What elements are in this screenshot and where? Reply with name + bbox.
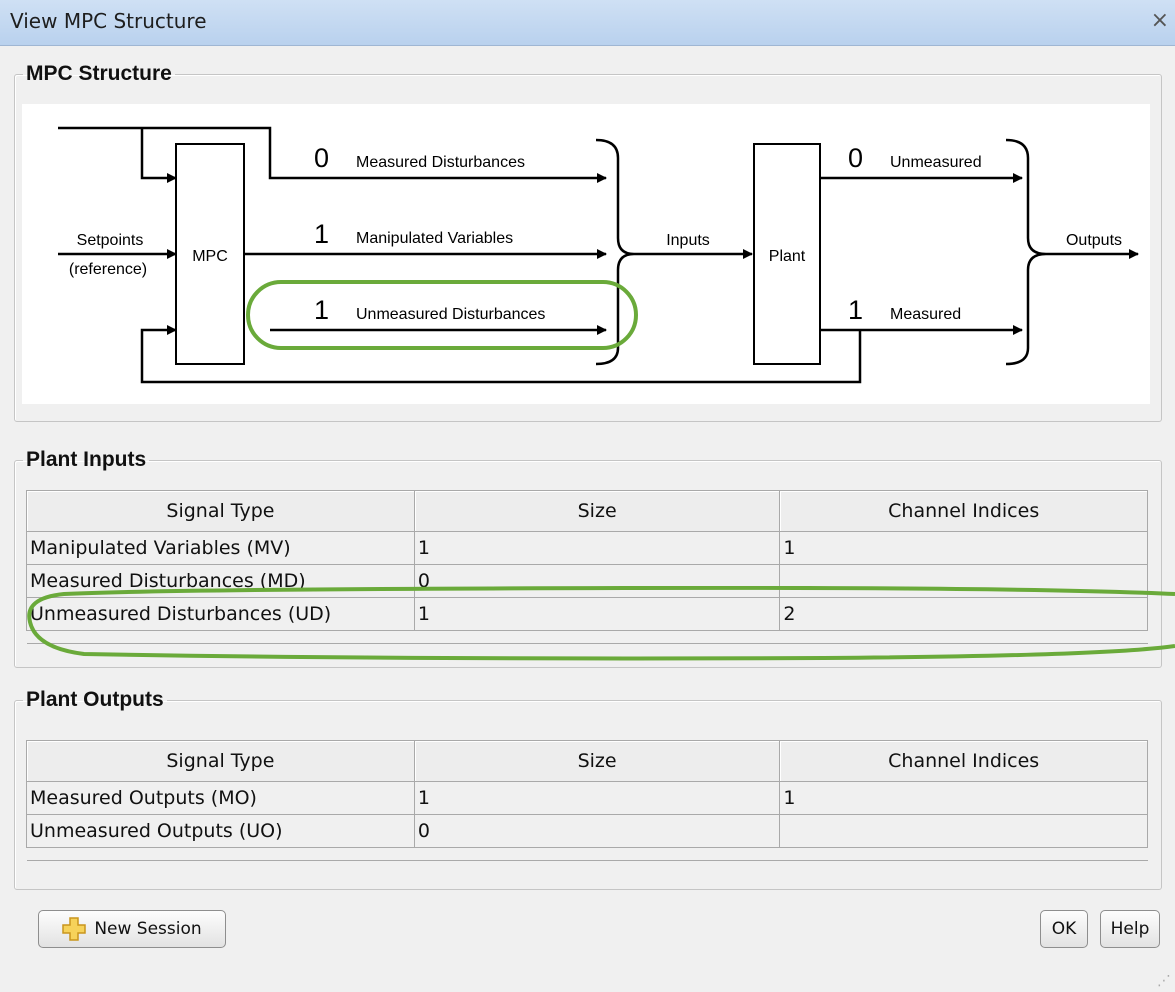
title-bar: View MPC Structure ×	[0, 0, 1175, 46]
plant-outputs-table: Signal Type Size Channel Indices Measure…	[26, 740, 1148, 861]
table-cell[interactable]	[779, 814, 1148, 848]
close-icon[interactable]: ×	[1151, 8, 1169, 33]
plus-icon	[62, 917, 87, 941]
reference-label: (reference)	[69, 261, 147, 278]
measured-output-count: 1	[848, 295, 863, 325]
table-row[interactable]: Manipulated Variables (MV) 1 1	[26, 531, 1148, 565]
column-header[interactable]: Size	[413, 740, 781, 782]
mpc-structure-diagram: MPC Plant Setpoints (reference) 0 Measur…	[22, 104, 1150, 404]
window-title: View MPC Structure	[10, 9, 207, 33]
column-header[interactable]: Signal Type	[26, 490, 415, 532]
measured-output-label: Measured	[890, 306, 961, 323]
mpc-label: MPC	[192, 248, 228, 265]
column-header[interactable]: Channel Indices	[779, 490, 1148, 532]
table-cell[interactable]: 0	[413, 814, 781, 848]
resize-grip-icon[interactable]: ⋰	[1157, 973, 1171, 989]
mv-label: Manipulated Variables	[356, 230, 513, 247]
column-header[interactable]: Size	[413, 490, 781, 532]
table-header-row: Signal Type Size Channel Indices	[26, 490, 1148, 532]
table-empty-row	[26, 847, 1148, 861]
ud-count: 1	[314, 295, 329, 325]
md-label: Measured Disturbances	[356, 154, 525, 171]
md-count: 0	[314, 143, 329, 173]
ud-row-highlight	[27, 586, 1175, 661]
plant-label: Plant	[769, 248, 806, 265]
table-row[interactable]: Unmeasured Outputs (UO) 0	[26, 814, 1148, 848]
ud-label: Unmeasured Disturbances	[356, 306, 545, 323]
column-header[interactable]: Channel Indices	[779, 740, 1148, 782]
help-label: Help	[1110, 919, 1150, 939]
unmeasured-output-count: 0	[848, 143, 863, 173]
table-cell[interactable]: 1	[779, 531, 1148, 565]
mv-count: 1	[314, 219, 329, 249]
new-session-button[interactable]: New Session	[38, 910, 226, 948]
new-session-label: New Session	[94, 919, 202, 939]
mpc-structure-legend: MPC Structure	[26, 62, 172, 85]
inputs-label: Inputs	[666, 232, 710, 249]
ok-label: OK	[1051, 919, 1077, 939]
table-cell[interactable]: 1	[413, 781, 781, 815]
plant-outputs-legend: Plant Outputs	[26, 688, 164, 711]
table-cell[interactable]: Measured Outputs (MO)	[26, 781, 415, 815]
table-cell[interactable]: 1	[413, 531, 781, 565]
table-cell[interactable]: Unmeasured Outputs (UO)	[26, 814, 415, 848]
setpoints-label: Setpoints	[77, 232, 144, 249]
help-button[interactable]: Help	[1100, 910, 1160, 948]
table-row[interactable]: Measured Outputs (MO) 1 1	[26, 781, 1148, 815]
ok-button[interactable]: OK	[1040, 910, 1088, 948]
table-header-row: Signal Type Size Channel Indices	[26, 740, 1148, 782]
table-cell[interactable]: Manipulated Variables (MV)	[26, 531, 415, 565]
column-header[interactable]: Signal Type	[26, 740, 415, 782]
outputs-label: Outputs	[1066, 232, 1122, 249]
unmeasured-output-label: Unmeasured	[890, 154, 982, 171]
plant-inputs-legend: Plant Inputs	[26, 448, 147, 471]
table-cell[interactable]: 1	[779, 781, 1148, 815]
